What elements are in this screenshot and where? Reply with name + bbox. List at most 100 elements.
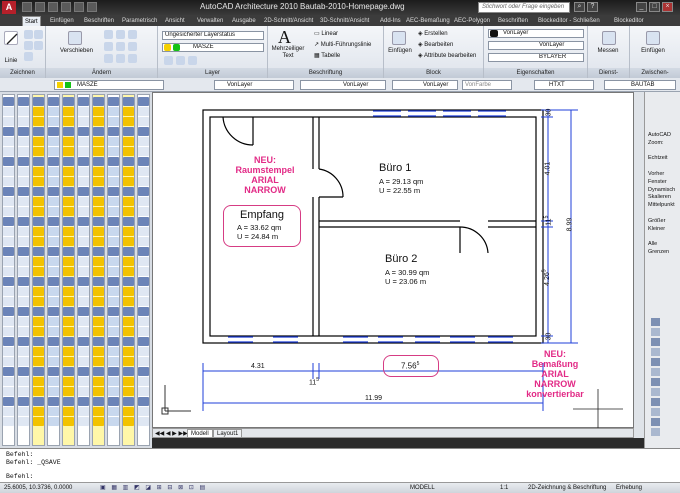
tool-icon[interactable] (93, 247, 104, 256)
help-icon[interactable]: ? (587, 2, 598, 12)
measure-icon[interactable] (602, 31, 616, 45)
tool-icon[interactable] (93, 167, 104, 176)
tool-icon[interactable] (63, 147, 74, 156)
tool-icon[interactable] (108, 117, 119, 126)
tool-icon[interactable] (3, 347, 14, 356)
tool-icon[interactable] (18, 137, 29, 146)
tool-icon[interactable] (123, 327, 134, 336)
tool-icon[interactable] (108, 387, 119, 396)
search-input[interactable]: Stichwort oder Frage eingeben (478, 2, 570, 13)
tool-icon[interactable] (138, 397, 149, 406)
palette-item[interactable]: Echtzeit (648, 155, 668, 161)
stretch-icon[interactable] (128, 42, 137, 51)
tool-icon[interactable] (3, 287, 14, 296)
tool-icon[interactable] (48, 107, 59, 116)
tool-icon[interactable] (123, 317, 134, 326)
tool-icon[interactable] (93, 147, 104, 156)
tool-icon[interactable] (108, 297, 119, 306)
tool-icon[interactable] (63, 227, 74, 236)
tool-icon[interactable] (108, 267, 119, 276)
tool-icon[interactable] (48, 187, 59, 196)
tool-icon[interactable] (33, 217, 44, 226)
tool-icon[interactable] (48, 327, 59, 336)
tool-icon[interactable] (123, 417, 134, 426)
tool-icon[interactable] (33, 297, 44, 306)
tool-icon[interactable] (138, 147, 149, 156)
tool-icon[interactable] (48, 397, 59, 406)
search-icon[interactable]: ⌕ (574, 2, 585, 12)
tool-icon[interactable] (78, 247, 89, 256)
tool-icon[interactable] (3, 327, 14, 336)
tool-icon[interactable] (48, 387, 59, 396)
tool-icon[interactable] (123, 407, 134, 416)
tool-icon[interactable] (3, 177, 14, 186)
open-file-icon[interactable] (35, 2, 45, 12)
tool-icon[interactable] (18, 97, 29, 106)
tool-icon[interactable] (108, 417, 119, 426)
tool-icon[interactable] (138, 267, 149, 276)
lineweight-control[interactable]: VonLayer (392, 80, 458, 90)
tool-icon[interactable] (138, 97, 149, 106)
tool-icon[interactable] (33, 237, 44, 246)
tool-icon[interactable] (3, 187, 14, 196)
lineweight-combo[interactable]: BYLAYER (488, 53, 584, 62)
panel-title-aendern[interactable]: Ändern (46, 68, 157, 78)
tool-icon[interactable] (48, 367, 59, 376)
tool-icon[interactable] (48, 267, 59, 276)
tool-icon[interactable] (138, 367, 149, 376)
tool-icon[interactable] (63, 237, 74, 246)
tool-icon[interactable] (123, 397, 134, 406)
palette-item[interactable]: Größer (648, 218, 665, 224)
tool-icon[interactable] (138, 127, 149, 136)
tool-icon[interactable] (93, 347, 104, 356)
tool-icon[interactable] (78, 357, 89, 366)
tool-icon[interactable] (108, 337, 119, 346)
tool-icon[interactable] (78, 327, 89, 336)
tool-icon[interactable] (78, 317, 89, 326)
tool-icon[interactable] (33, 357, 44, 366)
tool-icon[interactable] (123, 157, 134, 166)
tool-icon[interactable] (123, 337, 134, 346)
tool-icon[interactable] (63, 287, 74, 296)
drafting-toggles[interactable]: ▣ ▦ ▥ ◩ ◪ ⊞ ⊟ ⊠ ⊡ ▤ (100, 484, 207, 493)
tool-icon[interactable] (3, 207, 14, 216)
tool-icon[interactable] (123, 187, 134, 196)
tool-icon[interactable] (93, 287, 104, 296)
tool-icon[interactable] (78, 187, 89, 196)
tool-icon[interactable] (3, 267, 14, 276)
tool-icon[interactable] (18, 277, 29, 286)
tool-icon[interactable] (78, 397, 89, 406)
tool-icon[interactable] (48, 127, 59, 136)
tool-icon[interactable] (108, 137, 119, 146)
tool-icon[interactable] (33, 267, 44, 276)
linetype-control[interactable]: VonLayer (300, 80, 386, 90)
tool-icon[interactable] (93, 337, 104, 346)
tool-icon[interactable] (63, 367, 74, 376)
rectangle-icon[interactable] (34, 41, 43, 50)
tool-icon[interactable] (33, 247, 44, 256)
tab-blockeditor-schliessen[interactable]: Blockeditor - Schließen (536, 16, 602, 26)
tool-icon[interactable] (33, 367, 44, 376)
tab-modell[interactable]: Modell (187, 429, 213, 438)
tool-icon[interactable] (138, 327, 149, 336)
palette-item[interactable]: Skalieren (648, 194, 671, 200)
tool-icon[interactable] (33, 277, 44, 286)
tab-verwalten[interactable]: Verwalten (195, 16, 225, 26)
tool-icon[interactable] (63, 297, 74, 306)
tool-icon[interactable] (3, 297, 14, 306)
tool-icon[interactable] (108, 397, 119, 406)
tool-icon[interactable] (78, 197, 89, 206)
tool-icon[interactable] (18, 197, 29, 206)
tool-icon[interactable] (123, 247, 134, 256)
tool-icon[interactable] (33, 137, 44, 146)
tool-icon[interactable] (18, 357, 29, 366)
attribute-edit-button[interactable]: ◈ Attribute bearbeiten (418, 52, 476, 59)
tool-icon[interactable] (63, 197, 74, 206)
tool-icon[interactable] (48, 277, 59, 286)
annotation-scale[interactable]: 1:1 (500, 484, 508, 493)
tool-icon[interactable] (108, 167, 119, 176)
tool-icon[interactable] (78, 367, 89, 376)
tool-icon[interactable] (93, 267, 104, 276)
tool-icon[interactable] (18, 107, 29, 116)
tool-icon[interactable] (63, 327, 74, 336)
